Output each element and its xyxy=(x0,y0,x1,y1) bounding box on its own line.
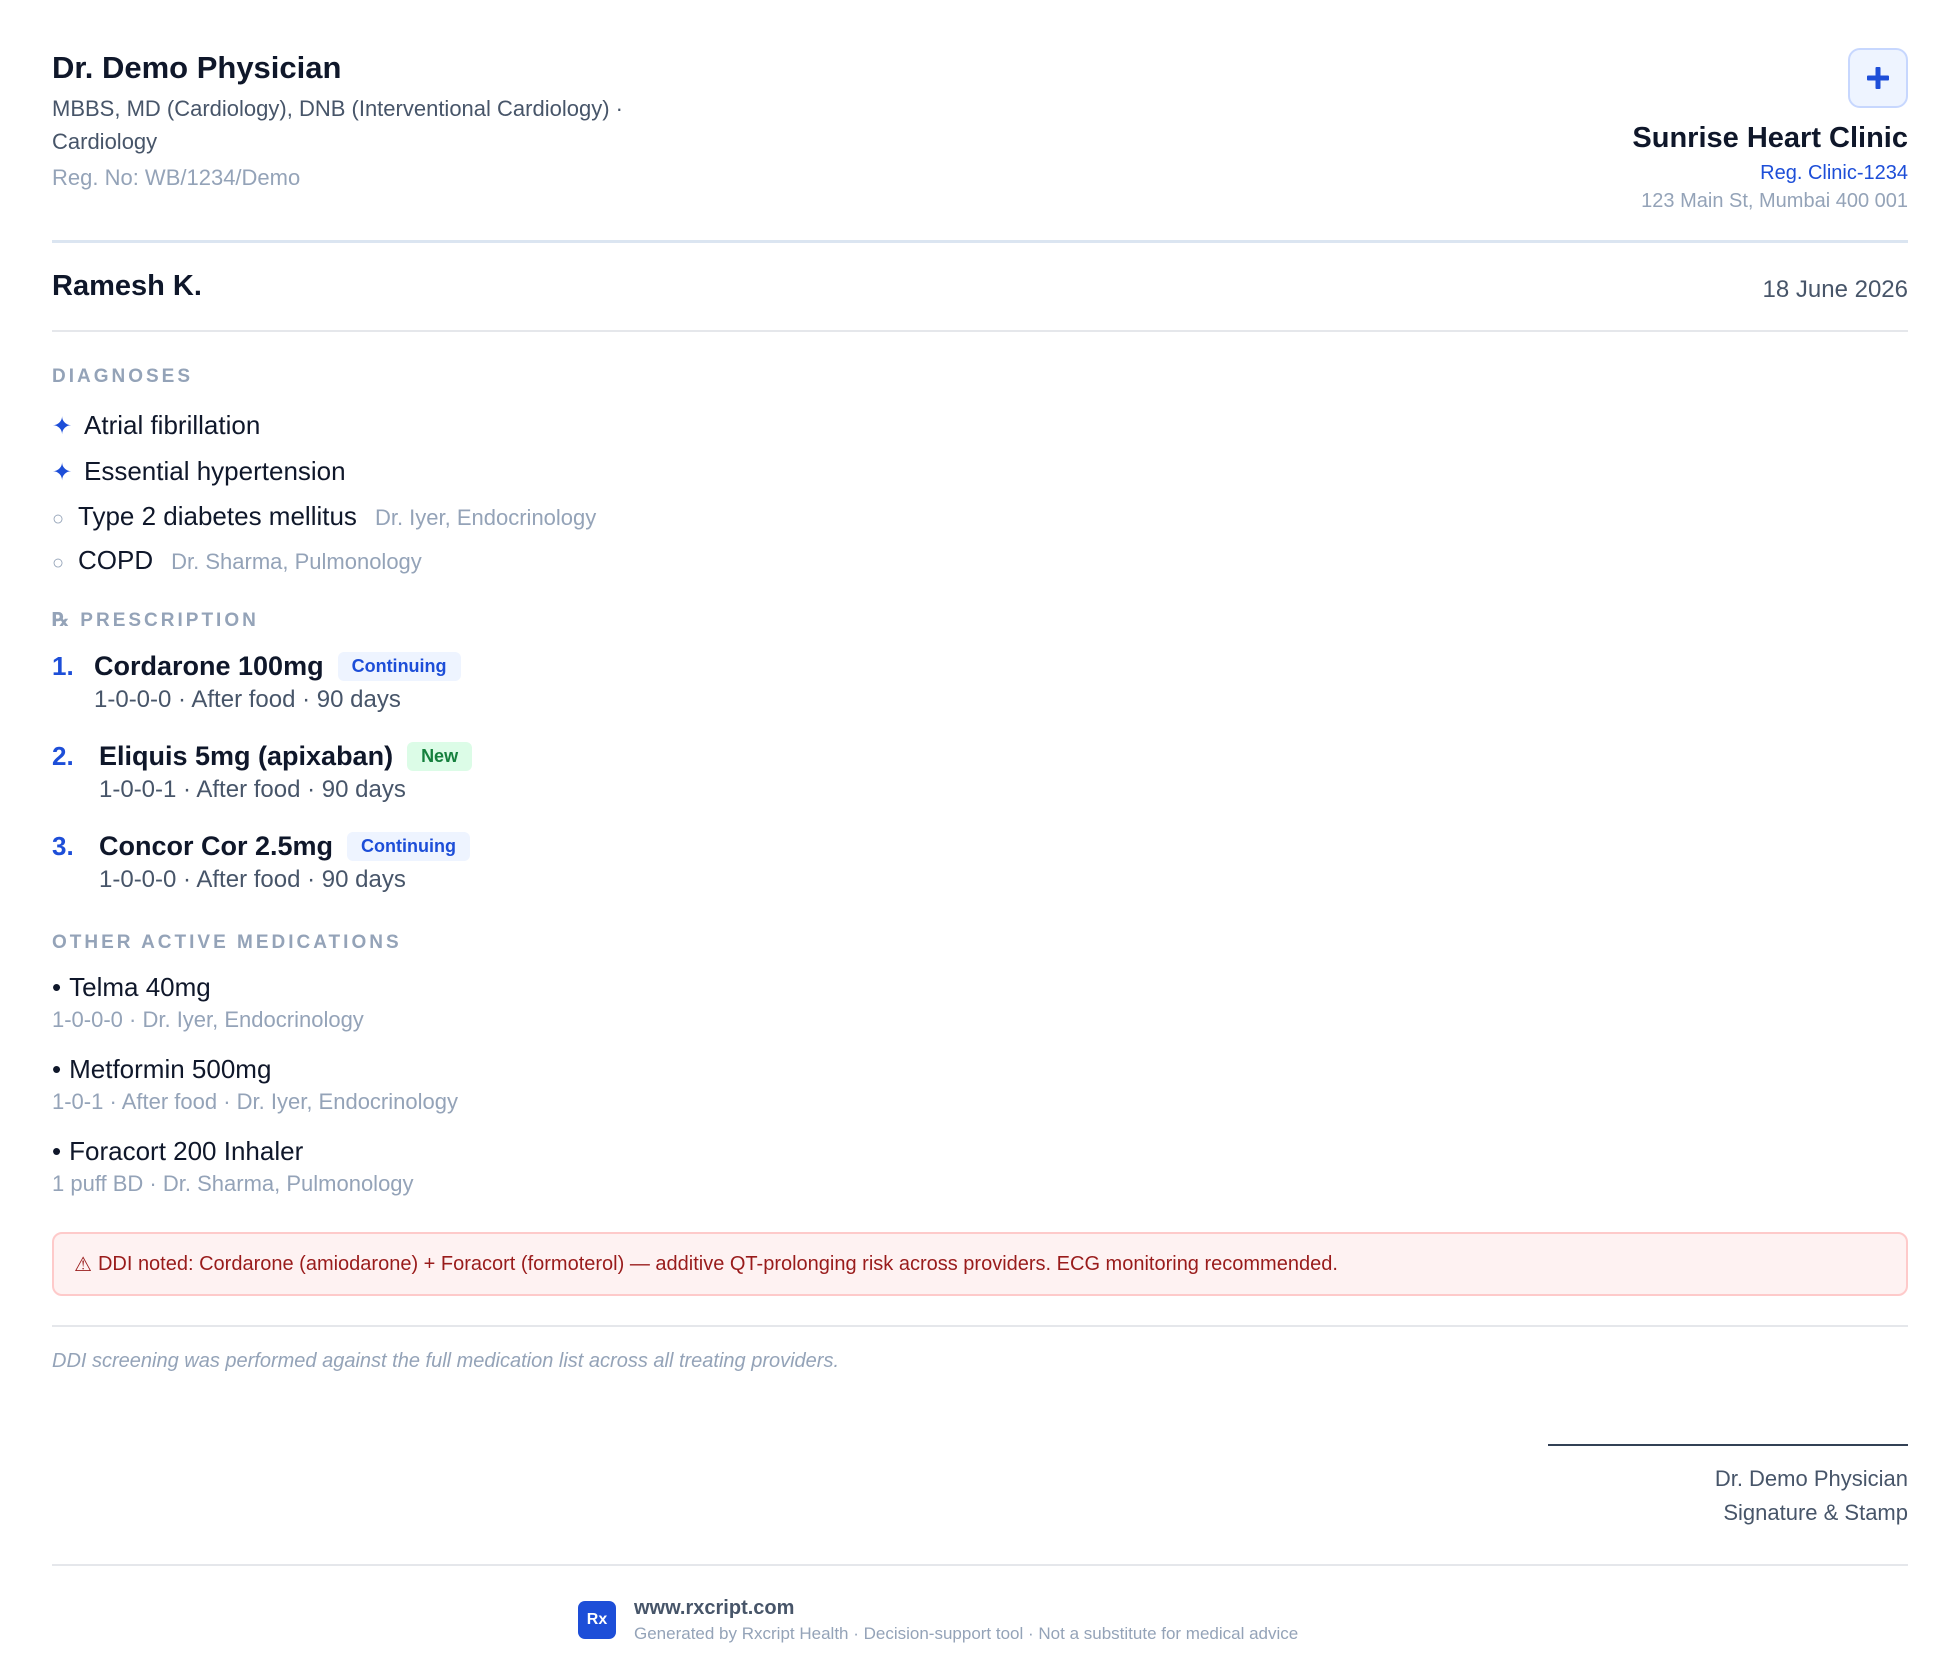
other-meds-title: OTHER ACTIVE MEDICATIONS xyxy=(52,932,402,953)
footer-website-link[interactable]: www.rxcript.com xyxy=(634,1597,1298,1620)
medication-name: Metformin 500mg xyxy=(69,1054,272,1084)
dosage-details: 1-0-0-0 · After food · 90 days xyxy=(94,686,401,713)
prescription-number: 2. xyxy=(52,740,74,771)
list-item: • Foracort 200 Inhaler 1 puff BD · Dr. Sh… xyxy=(52,1136,414,1197)
notes-divider xyxy=(52,1325,1908,1327)
prescription-item: 1. Cordarone 100mg Continuing 1-0-0-0 · … xyxy=(52,648,952,714)
dosage-details: 1-0-0-1 · After food · 90 days xyxy=(99,776,406,803)
prescription-item: 2. Eliquis 5mg (apixaban) New 1-0-0-1 · … xyxy=(52,738,952,804)
visit-date: 18 June 2026 xyxy=(1762,276,1908,303)
star-icon: ✦ xyxy=(52,459,73,486)
clinic-address: 123 Main St, Mumbai 400 001 xyxy=(1641,190,1908,212)
footer: Rx www.rxcript.com Generated by Rxcript … xyxy=(578,1596,1298,1644)
status-badge: Continuing xyxy=(347,831,471,861)
diagnosis-provider: Dr. Sharma, Pulmonology xyxy=(171,549,422,574)
medication-name: Foracort 200 Inhaler xyxy=(69,1136,304,1166)
ddi-alert-text: DDI noted: Cordarone (amiodarone) + Fora… xyxy=(97,1252,1338,1275)
signature-label: Signature & Stamp xyxy=(1723,1500,1908,1525)
star-icon: ✦ xyxy=(52,413,73,440)
prescription-title: ℞ PRESCRIPTION xyxy=(52,610,259,631)
signature-line xyxy=(1548,1444,1908,1446)
status-badge: New xyxy=(407,741,473,771)
diagnosis-provider: Dr. Iyer, Endocrinology xyxy=(374,505,597,530)
patient-divider xyxy=(52,330,1908,332)
diagnosis-text: Atrial fibrillation xyxy=(84,410,261,440)
drug-name: Eliquis 5mg (apixaban) xyxy=(99,740,394,771)
clinic-registration: Reg. Clinic-1234 xyxy=(1760,162,1908,184)
warning-icon: ⚠ xyxy=(74,1253,92,1276)
ddi-alert: ⚠ DDI noted: Cordarone (amiodarone) + Fo… xyxy=(52,1232,1908,1296)
prescription-header: Dr. Demo Physician MBBS, MD (Cardiology)… xyxy=(52,48,1908,238)
diagnosis-text: Essential hypertension xyxy=(84,456,346,486)
bullet: • xyxy=(52,1054,62,1084)
drug-name: Concor Cor 2.5mg xyxy=(99,830,334,861)
status-badge: Continuing xyxy=(337,651,461,681)
signature-doctor-name: Dr. Demo Physician xyxy=(1714,1466,1908,1491)
footer-divider xyxy=(52,1564,1908,1566)
list-item: • Metformin 500mg 1-0-1 · After food · Dr… xyxy=(52,1054,458,1115)
diagnosis-item: ✦ Essential hypertension xyxy=(52,456,346,487)
bullet: • xyxy=(52,972,62,1002)
ddi-note: DDI screening was performed against the … xyxy=(52,1350,840,1372)
diagnosis-item: ✦ Atrial fibrillation xyxy=(52,410,260,441)
plus-icon xyxy=(1867,67,1889,89)
medication-meta: 1 puff BD · Dr. Sharma, Pulmonology xyxy=(52,1171,414,1196)
list-item: • Telma 40mg 1-0-0-0 · Dr. Iyer, Endocrin… xyxy=(52,972,364,1033)
diagnosis-item: ○ Type 2 diabetes mellitus Dr. Iyer, End… xyxy=(52,501,596,532)
patient-name: Ramesh K. xyxy=(52,270,202,302)
diagnosis-item: ○ COPD Dr. Sharma, Pulmonology xyxy=(52,545,422,576)
prescription-page: Dr. Demo Physician MBBS, MD (Cardiology)… xyxy=(52,0,1908,1680)
diagnosis-text: Type 2 diabetes mellitus xyxy=(78,501,357,531)
circle-icon: ○ xyxy=(52,508,65,530)
doctor-registration: Reg. No: WB/1234/Demo xyxy=(52,165,301,190)
clinic-name: Sunrise Heart Clinic xyxy=(1632,122,1908,154)
medication-name: Telma 40mg xyxy=(69,972,211,1002)
medication-meta: 1-0-0-0 · Dr. Iyer, Endocrinology xyxy=(52,1007,364,1032)
dosage-details: 1-0-0-0 · After food · 90 days xyxy=(99,866,406,893)
header-divider xyxy=(52,240,1908,243)
medication-meta: 1-0-1 · After food · Dr. Iyer, Endocrino… xyxy=(52,1089,458,1114)
drug-name: Cordarone 100mg xyxy=(94,650,324,681)
prescription-number: 3. xyxy=(52,830,74,861)
diagnoses-title: DIAGNOSES xyxy=(52,366,194,387)
rx-logo-icon: Rx xyxy=(578,1601,616,1639)
footer-tagline: Generated by Rxcript Health · Decision-s… xyxy=(634,1623,1299,1643)
diagnosis-text: COPD xyxy=(78,545,154,575)
prescription-number: 1. xyxy=(52,650,74,681)
doctor-name: Dr. Demo Physician xyxy=(52,50,342,85)
clinic-logo-button[interactable] xyxy=(1848,48,1908,108)
bullet: • xyxy=(52,1136,62,1166)
circle-icon: ○ xyxy=(52,552,65,574)
doctor-qualifications: MBBS, MD (Cardiology), DNB (Intervention… xyxy=(52,96,623,154)
prescription-item: 3. Concor Cor 2.5mg Continuing 1-0-0-0 ·… xyxy=(52,828,952,894)
